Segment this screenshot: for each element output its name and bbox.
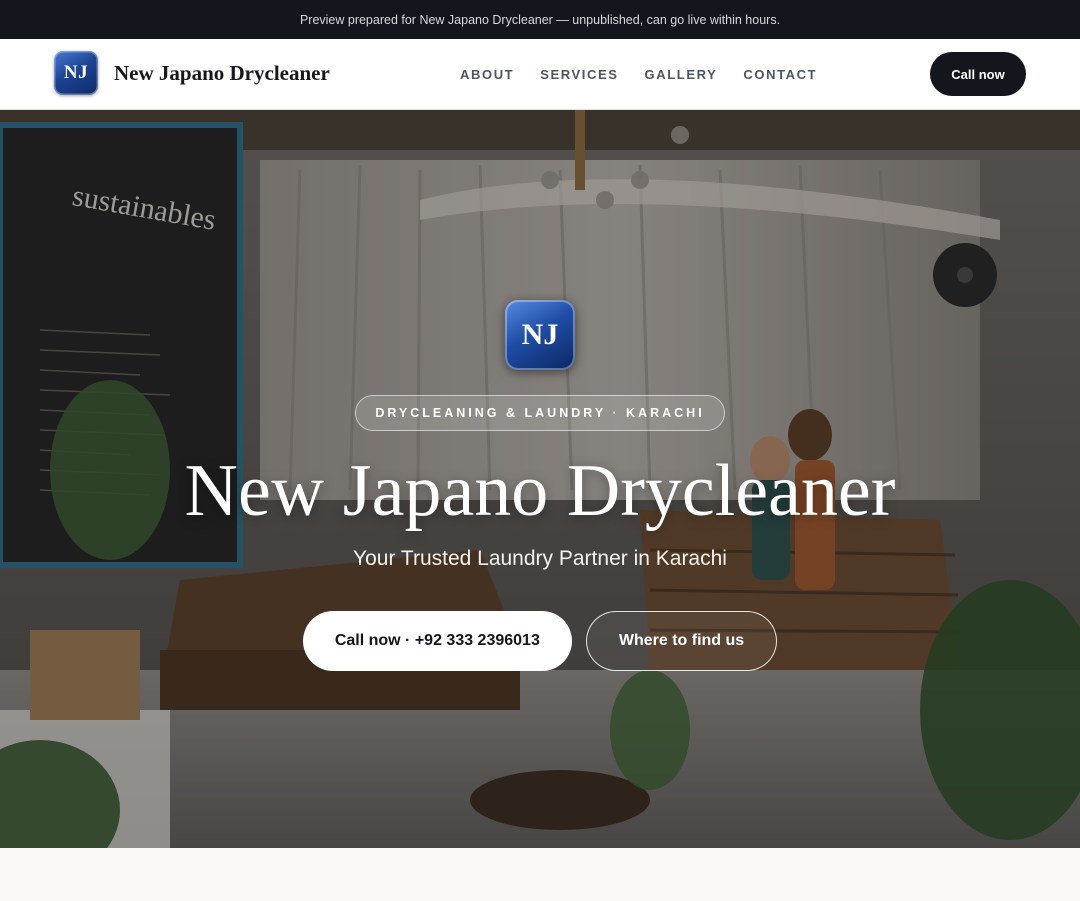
- hero-title: New Japano Drycleaner: [184, 450, 896, 532]
- site-header: NJ New Japano Drycleaner ABOUT SERVICES …: [0, 39, 1080, 110]
- hero-call-button[interactable]: Call now · +92 333 2396013: [302, 611, 572, 671]
- hero-tagline-badge: DRYCLEANING & LAUNDRY · KARACHI: [355, 395, 725, 431]
- preview-banner: Preview prepared for New Japano Dryclean…: [0, 0, 1080, 39]
- hero-actions: Call now · +92 333 2396013 Where to find…: [302, 611, 778, 671]
- nav-link-services[interactable]: SERVICES: [540, 67, 618, 82]
- hero-tagline-text: DRYCLEANING & LAUNDRY · KARACHI: [375, 406, 705, 420]
- nav-link-about[interactable]: ABOUT: [460, 67, 514, 82]
- brand-logo: NJ: [54, 51, 98, 95]
- hero-content: NJ DRYCLEANING & LAUNDRY · KARACHI New J…: [0, 300, 1080, 671]
- where-to-find-us-button[interactable]: Where to find us: [585, 611, 778, 671]
- nav-link-contact[interactable]: CONTACT: [743, 67, 817, 82]
- header-call-button[interactable]: Call now: [930, 52, 1026, 96]
- hero-logo: NJ: [505, 300, 575, 370]
- hero-subtitle: Your Trusted Laundry Partner in Karachi: [353, 547, 727, 570]
- brand[interactable]: NJ New Japano Drycleaner: [54, 51, 330, 95]
- main-nav: ABOUT SERVICES GALLERY CONTACT: [460, 39, 843, 109]
- hero-section: sustainables NJ DRYCLEANING & LAUNDRY · …: [0, 110, 1080, 848]
- next-section: [0, 848, 1080, 901]
- brand-logo-text: NJ: [63, 62, 89, 83]
- nav-link-gallery[interactable]: GALLERY: [645, 67, 718, 82]
- hero-logo-text: NJ: [521, 318, 559, 351]
- preview-banner-text: Preview prepared for New Japano Dryclean…: [299, 12, 781, 27]
- brand-name: New Japano Drycleaner: [114, 60, 330, 85]
